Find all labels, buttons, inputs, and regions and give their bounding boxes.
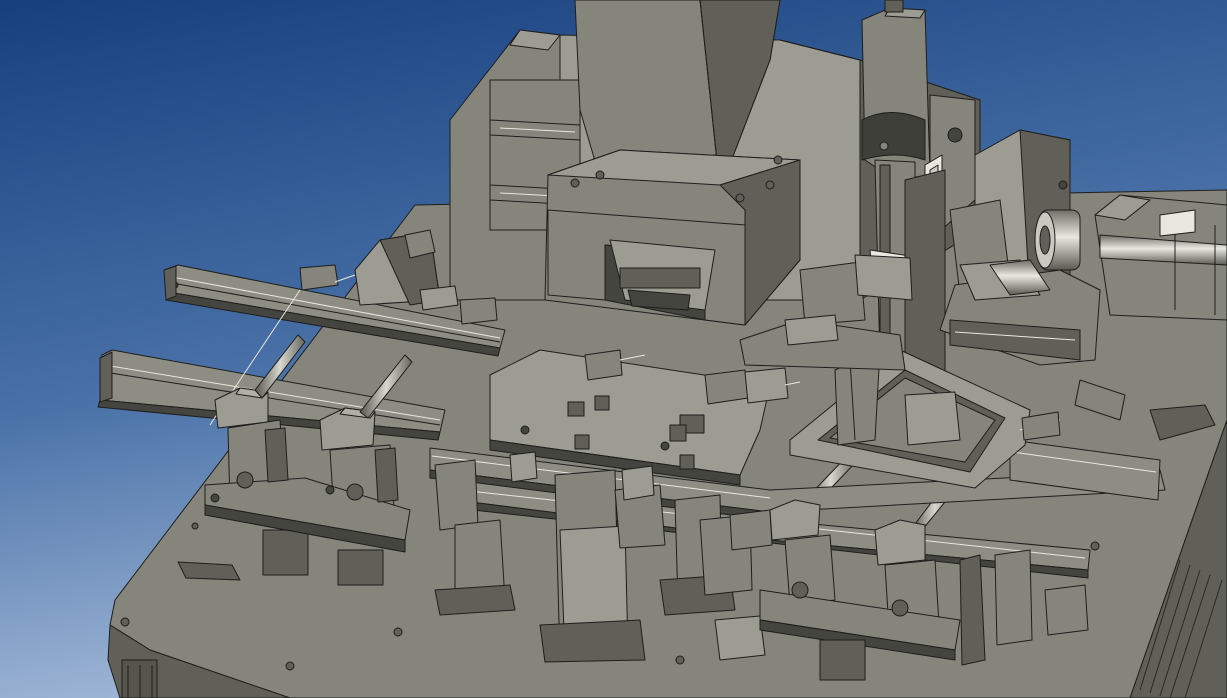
cad-viewport[interactable] xyxy=(0,0,1227,698)
cad-model-render xyxy=(0,0,1227,698)
